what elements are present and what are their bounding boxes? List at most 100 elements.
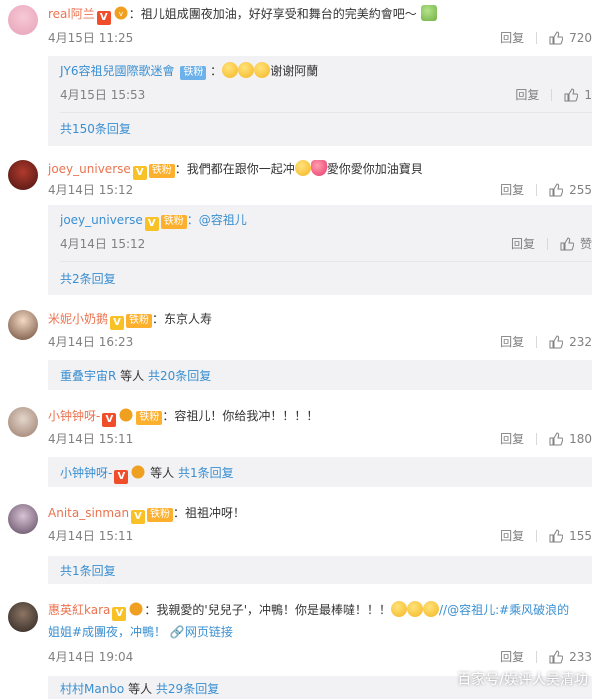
fan-badge: 铁粉 [180, 66, 207, 80]
more-replies-link[interactable]: 共29条回复 [156, 682, 219, 696]
link-icon: 🔗 [169, 625, 185, 639]
more-replies-link[interactable]: 共2条回复 [60, 270, 116, 287]
reply-box: joey_universe V 铁粉 ：@容祖儿 4月14日 15:12 回复 赞 共… [48, 205, 592, 295]
divider [536, 31, 538, 44]
like-count: 1 [584, 87, 592, 102]
comment-text: ：东京人寿 [152, 312, 213, 326]
avatar[interactable] [8, 602, 38, 632]
comment-text: ：祖儿姐成團夜加油，好好享受和舞台的完美約會吧～ [128, 7, 417, 21]
comment-user-name[interactable]: 米妮小奶鹅 [48, 312, 108, 326]
verified-icon: V [112, 607, 127, 621]
reply-user-name[interactable]: 村村Manbo [60, 682, 124, 696]
heart-icon [310, 160, 327, 176]
emoji-icon [391, 601, 407, 617]
comment-time: 4月15日 11:25 [48, 31, 134, 45]
verified-icon: V [144, 217, 159, 231]
like-icon[interactable] [549, 649, 564, 664]
reply-button[interactable]: 回复 [500, 430, 524, 447]
reply-summary-text: 等人 [116, 369, 148, 383]
avatar[interactable] [8, 504, 38, 534]
like-label: 赞 [579, 237, 592, 251]
verified-icon: V [131, 510, 146, 524]
reply-summary-text: 等人 [124, 682, 156, 696]
topic-link[interactable]: 姐姐#成團夜，冲鴨！ [48, 625, 166, 639]
comment-time: 4月14日 16:23 [48, 335, 134, 349]
comment-text: ：祖祖冲呀！ [173, 506, 246, 520]
reply-box: 小钟钟呀- V 等人 共1条回复 [48, 457, 592, 487]
comment-time: 4月14日 19:04 [48, 650, 134, 664]
like-icon[interactable] [560, 236, 574, 251]
fan-badge: 铁粉 [160, 215, 187, 229]
comment-text: ：我們都在跟你一起冲 [174, 162, 295, 176]
like-icon[interactable] [549, 30, 564, 45]
vip-icon: v [113, 6, 129, 20]
reply-text: 谢谢阿蘭 [270, 64, 319, 78]
like-count: 232 [569, 334, 592, 349]
divider [536, 335, 538, 348]
divider [536, 650, 538, 663]
more-replies-link[interactable]: 共150条回复 [60, 120, 131, 137]
divider [536, 529, 538, 542]
like-icon[interactable] [549, 528, 564, 543]
more-replies-link[interactable]: 共1条回复 [178, 466, 234, 480]
fan-badge: 铁粉 [148, 164, 175, 178]
reply-text[interactable]: ：@容祖儿 [187, 213, 247, 227]
comment-user-name[interactable]: real阿兰 [48, 7, 95, 21]
reply-time: 4月15日 15:53 [60, 88, 146, 102]
reply-button[interactable]: 回复 [500, 29, 524, 46]
emoji-icon [423, 601, 439, 617]
reply-user-name[interactable]: 小钟钟呀- [60, 466, 112, 480]
reply-button[interactable]: 回复 [500, 181, 524, 198]
reply-button[interactable]: 回复 [500, 333, 524, 350]
svg-text:v: v [119, 10, 123, 18]
like-count: 233 [569, 649, 592, 664]
avatar[interactable] [8, 5, 38, 35]
comment-user-name[interactable]: 惠英紅kara [48, 603, 110, 617]
comment-text: 愛你愛你加油寶貝 [326, 162, 423, 176]
comment-time: 4月14日 15:11 [48, 432, 134, 446]
comment-user-name[interactable]: joey_universe [48, 162, 131, 176]
like-icon[interactable] [549, 334, 564, 349]
reply-summary-text: 等人 [146, 466, 178, 480]
verified-icon: V [96, 11, 111, 25]
emoji-icon [254, 62, 271, 78]
fan-badge: 铁粉 [126, 314, 153, 328]
mention-link[interactable]: //@容祖儿:#乘风破浪的 [439, 603, 569, 617]
fan-badge: 铁粉 [136, 411, 163, 425]
emoji-icon [222, 62, 239, 78]
more-replies-link[interactable]: 共20条回复 [148, 369, 211, 383]
comment-user-name[interactable]: 小钟钟呀- [48, 409, 100, 423]
more-replies-link[interactable]: 共1条回复 [60, 562, 116, 579]
divider [546, 237, 548, 250]
vip-icon [118, 408, 134, 422]
divider [60, 112, 592, 113]
reply-button[interactable]: 回复 [500, 527, 524, 544]
like-count: 155 [569, 528, 592, 543]
emoji-icon [407, 601, 423, 617]
like-icon[interactable] [564, 87, 579, 102]
comment-text: ：容祖儿！你给我冲！！！！ [162, 409, 319, 423]
reply-button[interactable]: 回复 [500, 648, 524, 665]
verified-icon: V [102, 413, 117, 427]
comment-user-name[interactable]: Anita_sinman [48, 506, 129, 520]
reply-button[interactable]: 回复 [515, 86, 539, 103]
emoji-icon [420, 5, 437, 21]
avatar[interactable] [8, 160, 38, 190]
watermark: 百家号/娱评人吴清功 [457, 672, 588, 688]
comment-time: 4月14日 15:11 [48, 529, 134, 543]
avatar[interactable] [8, 310, 38, 340]
reply-user-name[interactable]: 重叠宇宙R [60, 369, 116, 383]
reply-user-name[interactable]: JY6容祖兒國際歌迷會 [60, 64, 175, 78]
divider [60, 261, 592, 262]
like-icon[interactable] [549, 431, 564, 446]
comment-text: ：我親愛的'兒兒子'，冲鴨！你是最棒噠！！！ [144, 603, 391, 617]
verified-icon: V [110, 316, 125, 330]
divider [551, 88, 553, 101]
reply-button[interactable]: 回复 [511, 235, 535, 252]
avatar[interactable] [8, 407, 38, 437]
like-icon[interactable] [549, 182, 564, 197]
fan-badge: 铁粉 [147, 508, 174, 522]
web-link[interactable]: 网页链接 [185, 625, 233, 639]
reply-user-name[interactable]: joey_universe [60, 213, 143, 227]
like-count: 255 [569, 182, 592, 197]
